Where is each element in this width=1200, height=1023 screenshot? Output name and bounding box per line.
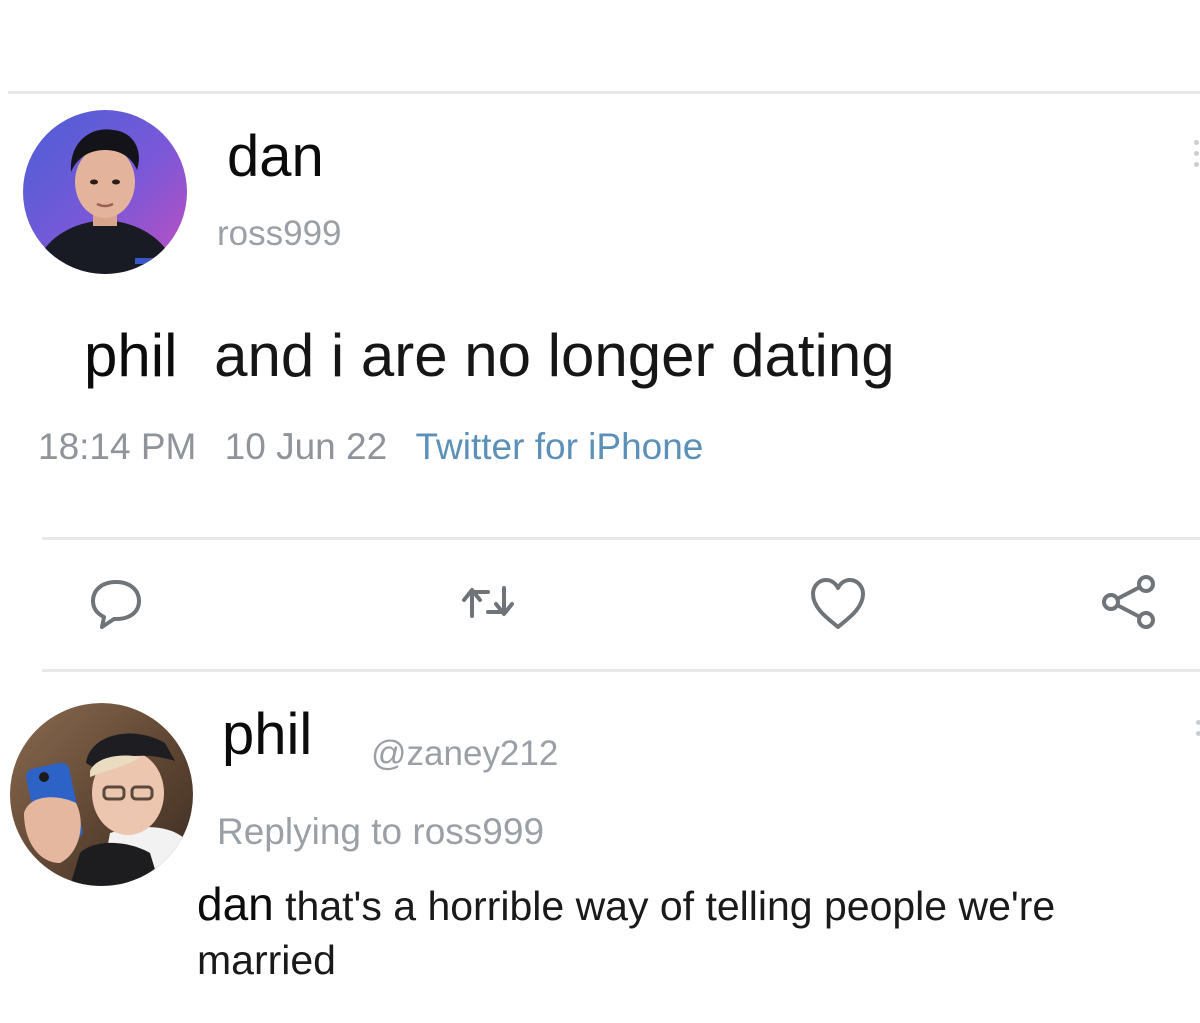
avatar-dan[interactable] — [23, 110, 187, 274]
tweet-source-link[interactable]: Twitter for iPhone — [415, 426, 703, 467]
reply-author-handle[interactable]: @zaney212 — [371, 736, 558, 771]
replying-to[interactable]: Replying to ross999 — [217, 813, 544, 850]
tweet-date: 10 Jun 22 — [224, 426, 388, 467]
tweet-text-mention[interactable]: phil — [84, 322, 177, 389]
more-options-icon[interactable] — [1194, 140, 1200, 180]
avatar-dan-image — [23, 110, 187, 274]
retweet-icon[interactable] — [456, 572, 520, 632]
tweet-time: 18:14 PM — [38, 426, 197, 467]
share-icon[interactable] — [1098, 572, 1158, 632]
reply-text-mention[interactable]: dan — [197, 878, 274, 930]
tweet-text-body: and i are no longer dating — [197, 322, 895, 389]
tweet-text: phil and i are no longer dating — [84, 326, 895, 386]
reply-icon[interactable] — [86, 572, 146, 632]
tweet-author-handle[interactable]: ross999 — [217, 216, 342, 251]
avatar-phil-image — [10, 703, 193, 886]
reply-author-name[interactable]: phil — [222, 706, 312, 764]
reply-text-body: that's a horrible way of telling people … — [197, 883, 1056, 983]
tweet-author-name[interactable]: dan — [227, 128, 324, 186]
reply-text: dan that's a horrible way of telling peo… — [197, 875, 1187, 986]
top-divider — [8, 91, 1200, 94]
heart-icon[interactable] — [808, 574, 868, 634]
tweet-meta: 18:14 PM 10 Jun 22 Twitter for iPhone — [38, 428, 703, 465]
avatar-phil[interactable] — [10, 703, 193, 886]
reply-more-options-icon[interactable] — [1196, 720, 1200, 750]
actions-top-divider — [42, 537, 1200, 540]
actions-bottom-divider — [42, 669, 1200, 672]
